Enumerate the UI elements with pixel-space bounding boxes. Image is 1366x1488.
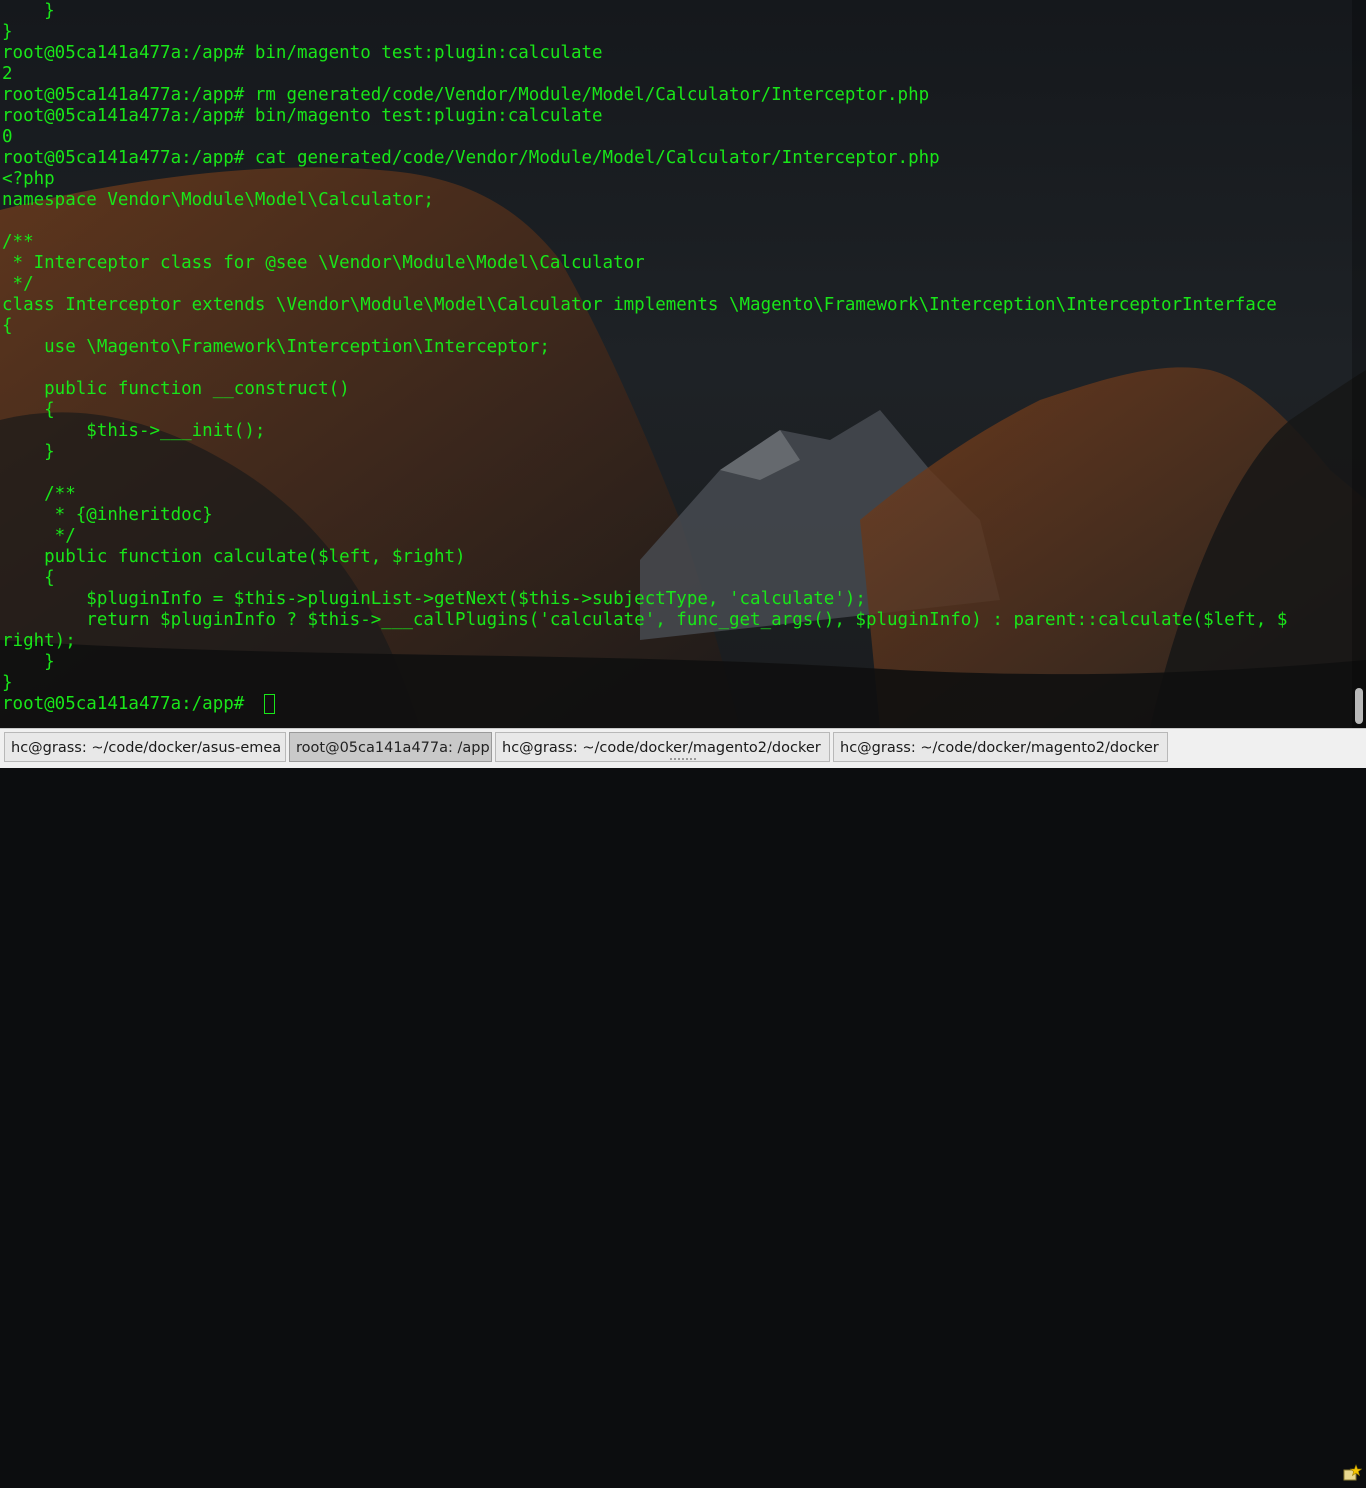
terminal-scrollbar[interactable] [1352,0,1366,728]
terminal-line: 2 [2,64,13,84]
tab-hc-grass-asus-emea[interactable]: hc@grass: ~/code/docker/asus-emea [4,732,286,762]
scrollbar-thumb[interactable] [1355,688,1363,724]
terminal-line: root@05ca141a477a:/app# [2,694,255,714]
tab-bar-grip [670,758,696,764]
terminal-line: } [2,442,55,462]
terminal-line: } [2,673,13,693]
terminal-line: } [2,652,55,672]
terminal-line: public function calculate($left, $right) [2,547,466,567]
terminal-line: $this->___init(); [2,421,266,441]
terminal-line: * Interceptor class for @see \Vendor\Mod… [2,253,645,273]
terminal-line: root@05ca141a477a:/app# cat generated/co… [2,148,940,168]
terminal-line: return $pluginInfo ? $this->___callPlugi… [2,610,1288,630]
terminal-line: */ [2,526,76,546]
terminal-line: } [2,1,55,21]
terminal-line: $pluginInfo = $this->pluginList->getNext… [2,589,866,609]
terminal-line: { [2,316,13,336]
terminal-line: root@05ca141a477a:/app# bin/magento test… [2,43,603,63]
terminal-cursor [264,694,275,714]
terminal-window[interactable]: }} root@05ca141a477a:/app# bin/magento te… [0,0,1352,728]
terminal-line: root@05ca141a477a:/app# bin/magento test… [2,106,603,126]
terminal-line: } [2,22,13,42]
tab-hc-grass-magento2-docker-1[interactable]: hc@grass: ~/code/docker/magento2/docker [495,732,830,762]
terminal-line: class Interceptor extends \Vendor\Module… [2,295,1277,315]
terminal-line: use \Magento\Framework\Interception\Inte… [2,337,550,357]
terminal-line: right); [2,631,76,651]
tab-hc-grass-magento2-docker-2[interactable]: hc@grass: ~/code/docker/magento2/docker [833,732,1168,762]
tab-root-app[interactable]: root@05ca141a477a: /app [289,732,492,762]
notification-star-icon[interactable] [1342,1464,1363,1484]
terminal-line: root@05ca141a477a:/app# rm generated/cod… [2,85,930,105]
terminal-line: /** [2,484,76,504]
terminal-line: namespace Vendor\Module\Model\Calculator… [2,190,434,210]
terminal-line: /** [2,232,34,252]
terminal-line: 0 [2,127,13,147]
terminal-line: public function __construct() [2,379,350,399]
terminal-line: */ [2,274,34,294]
terminal-line: <?php [2,169,55,189]
terminal-line: { [2,400,55,420]
terminal-line: * {@inheritdoc} [2,505,213,525]
terminal-line: { [2,568,55,588]
